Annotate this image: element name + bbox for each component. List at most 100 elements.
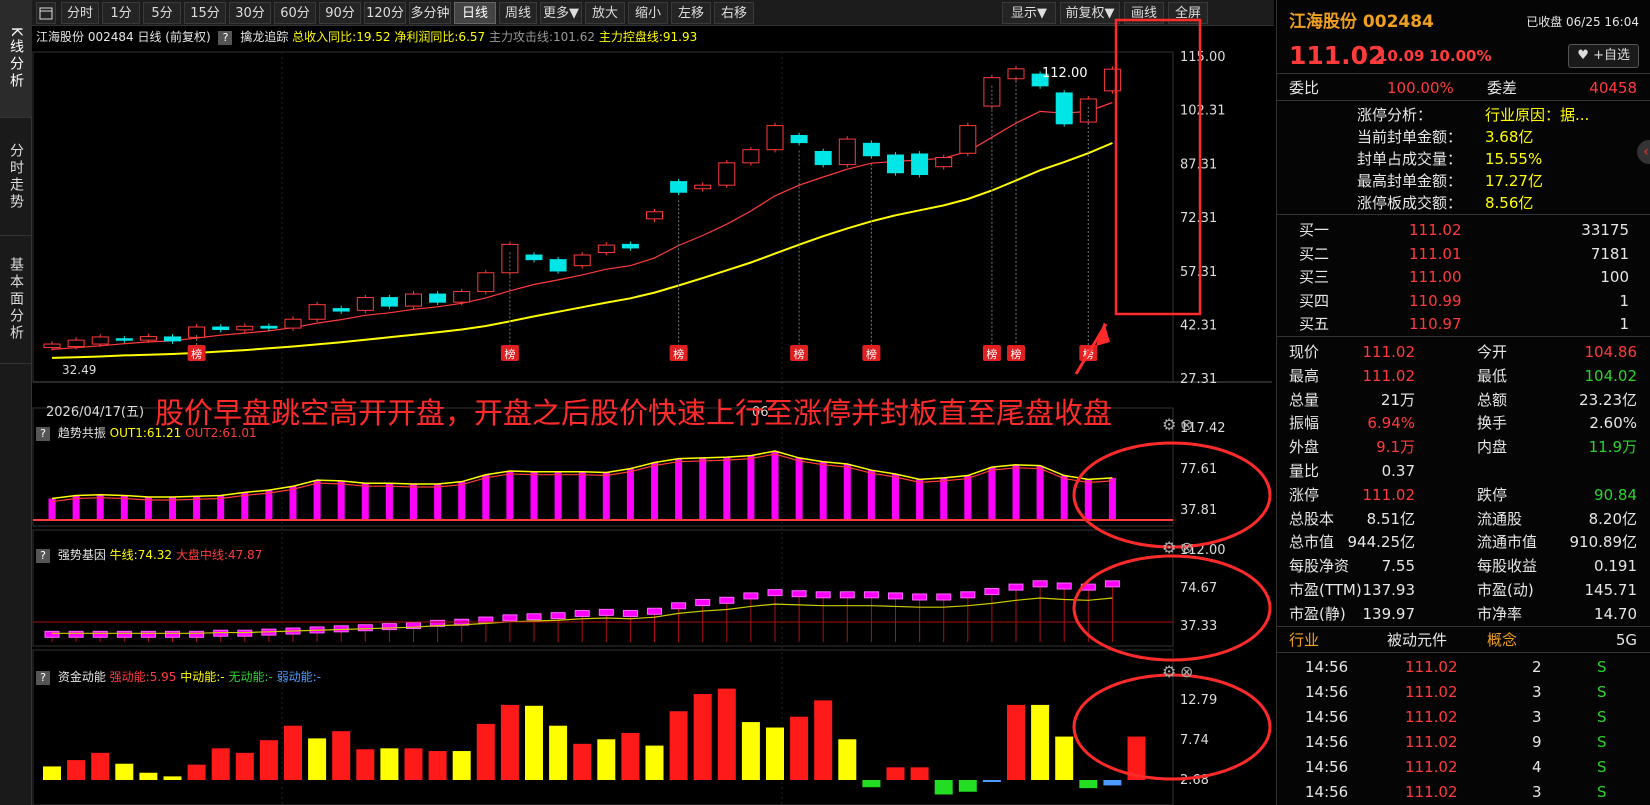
candle-body [621, 243, 639, 249]
panel3-strong: 强动能:5.95 [109, 670, 177, 684]
stat-value: 0.191 [1594, 557, 1637, 576]
bid-price: 111.01 [1409, 244, 1462, 263]
momentum-bar [982, 780, 1001, 782]
industry-label: 行业 [1289, 631, 1320, 649]
limit-row: 涨停分析： 行业原因：据... [1277, 104, 1650, 126]
resonance-bar [723, 457, 731, 520]
industry-row[interactable]: 行业 被动元件 概念 5G [1277, 628, 1650, 652]
bang-label: 榜 [191, 347, 202, 361]
gene-marker [550, 612, 566, 620]
momentum-bar [211, 748, 230, 780]
bid-row[interactable]: 买五 110.97 1 [1277, 312, 1650, 336]
gene-marker [68, 630, 84, 638]
help-icon[interactable]: ? [36, 548, 50, 563]
panel1-name[interactable]: 趋势共振 [58, 426, 106, 440]
momentum-bar [573, 743, 592, 780]
momentum-bar [91, 752, 110, 780]
momentum-bar [645, 745, 664, 780]
momentum-bar [67, 760, 86, 780]
resonance-bar [892, 474, 899, 520]
stat-label: 市净率 [1477, 604, 1523, 623]
close-icon[interactable]: ⊗ [1180, 662, 1193, 681]
gear-icon[interactable]: ⚙ [1162, 415, 1176, 434]
gene-marker [116, 630, 132, 638]
bid-row[interactable]: 买一 111.02 33175 [1277, 218, 1650, 242]
stat-value: 6.94% [1367, 414, 1415, 433]
bid-row[interactable]: 买四 110.99 1 [1277, 289, 1650, 313]
gene-marker [189, 630, 205, 638]
bang-label: 榜 [673, 347, 684, 361]
add-watchlist-button[interactable]: ♥ +自选 [1568, 44, 1639, 68]
help-icon[interactable]: ? [36, 670, 50, 685]
momentum-bar [115, 763, 134, 780]
tab-fundamentals[interactable]: 基本面分析 [0, 236, 32, 364]
stat-label: 总额 [1477, 390, 1508, 409]
date-label: 2026/04/17(五) [46, 405, 144, 420]
help-icon[interactable]: ? [36, 426, 50, 441]
gene-marker [598, 608, 614, 616]
tab-label: K线分析 [8, 26, 24, 91]
momentum-bar [259, 740, 278, 780]
resonance-bar [940, 477, 948, 520]
stat-value: 104.02 [1584, 366, 1638, 385]
stat-label: 每股净资 [1289, 557, 1350, 576]
trade-volume: 3 [1532, 683, 1542, 701]
panel1-axis-label: 37.81 [1180, 503, 1217, 518]
gear-icon[interactable]: ⚙ [1162, 538, 1176, 557]
trade-volume: 9 [1532, 733, 1542, 751]
weibi-row: 委比 100.00% 委差 40458 [1277, 76, 1650, 100]
resonance-bar [747, 455, 755, 520]
gene-marker [912, 593, 928, 601]
panel2-name[interactable]: 强势基因 [58, 548, 106, 562]
candle-body [670, 181, 688, 193]
price-change-pct: 10.00% [1429, 47, 1492, 65]
bid-row[interactable]: 买二 111.01 7181 [1277, 242, 1650, 266]
candle-body [935, 156, 953, 168]
concept-label: 概念 [1487, 631, 1518, 649]
gene-marker [574, 609, 590, 617]
candle-body [139, 336, 157, 341]
last-price: 111.02 [1289, 41, 1386, 70]
gene-marker [92, 630, 108, 638]
stat-label: 现价 [1289, 343, 1320, 361]
bid-level: 买四 [1299, 291, 1330, 310]
price-axis-label: 42.31 [1180, 319, 1217, 334]
stat-row: 现价 111.02 今开 104.86 [1277, 340, 1650, 364]
stat-value: 8.51亿 [1366, 509, 1415, 528]
momentum-bar [886, 767, 905, 780]
low-price-label: 32.49 [62, 363, 96, 377]
candle-body [718, 162, 736, 186]
limit-row: 封单占成交量： 15.55% [1277, 148, 1650, 170]
divider [1277, 214, 1650, 215]
gene-marker [526, 613, 542, 621]
stat-label: 内盘 [1477, 438, 1508, 457]
trade-side: S [1597, 758, 1607, 776]
momentum-bar [910, 767, 929, 780]
tab-intraday[interactable]: 分时走势 [0, 118, 32, 236]
candle-body [43, 343, 61, 349]
trade-price: 111.02 [1405, 708, 1458, 726]
bid-row[interactable]: 买三 111.00 100 [1277, 265, 1650, 289]
stat-value: 7.55 [1381, 557, 1415, 576]
close-icon[interactable]: ⊗ [1180, 415, 1193, 434]
trade-row: 14:56 111.02 9 S [1277, 730, 1650, 754]
candle-body [67, 339, 85, 348]
stat-value: 111.02 [1362, 343, 1416, 361]
highlight-ellipse-0 [1072, 441, 1272, 549]
panel3-name[interactable]: 资金动能 [58, 670, 106, 684]
trade-side: S [1597, 708, 1607, 726]
stat-value: 9.1万 [1376, 438, 1415, 457]
gear-icon[interactable]: ⚙ [1162, 662, 1176, 681]
resonance-bar [482, 474, 490, 520]
resonance-bar [458, 481, 466, 520]
gene-marker [719, 596, 735, 604]
stat-row: 总量 21万 总额 23.23亿 [1277, 388, 1650, 412]
resonance-bar [1060, 475, 1068, 520]
gene-marker [165, 630, 180, 638]
close-icon[interactable]: ⊗ [1180, 538, 1193, 557]
resonance-bar [843, 464, 851, 520]
tab-k-line-analysis[interactable]: K线分析 [0, 0, 32, 118]
add-watchlist-label: +自选 [1593, 48, 1630, 63]
stat-value: 8.20亿 [1588, 509, 1637, 528]
stat-label: 总市值 [1289, 533, 1335, 552]
